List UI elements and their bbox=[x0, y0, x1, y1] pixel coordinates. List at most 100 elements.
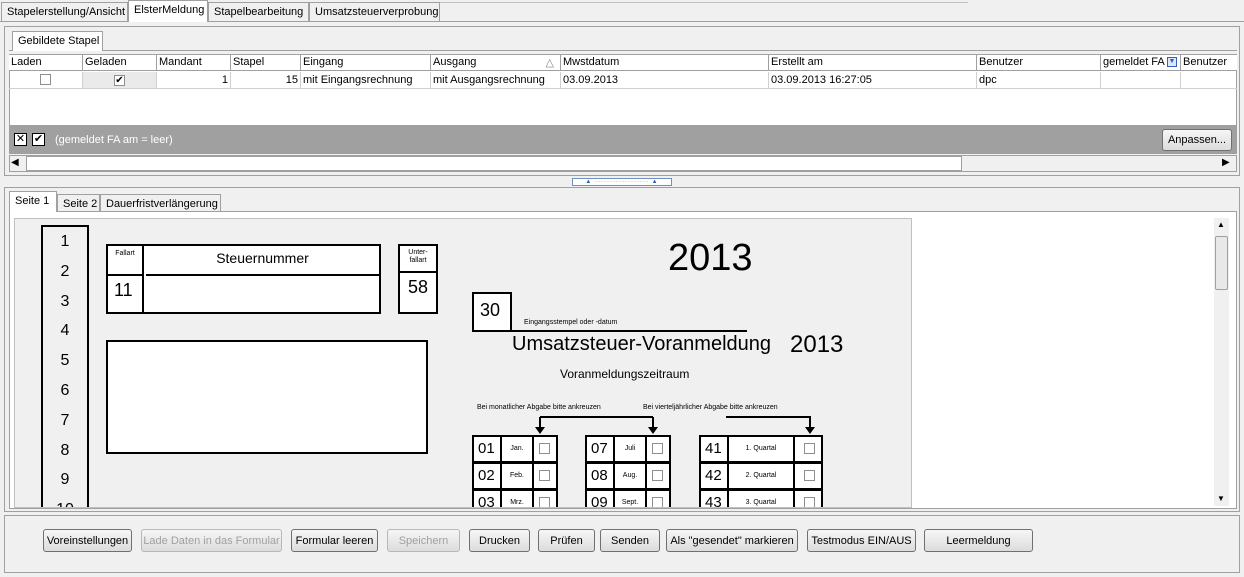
unterfallart-label: Unter-fallart bbox=[400, 246, 436, 273]
als-gesendet-markieren-button[interactable]: Als "gesendet" markieren bbox=[666, 529, 798, 552]
quarter-code: 42 bbox=[701, 464, 729, 488]
laden-checkbox[interactable] bbox=[40, 74, 51, 85]
address-field[interactable] bbox=[106, 340, 428, 454]
pruefen-button[interactable]: Prüfen bbox=[538, 529, 595, 552]
month-checkbox[interactable] bbox=[652, 443, 663, 454]
scroll-up-icon[interactable]: ▲ bbox=[1217, 220, 1225, 229]
voreinstellungen-button[interactable]: Voreinstellungen bbox=[43, 529, 132, 552]
col-gemeldet[interactable]: gemeldet FA . ▼ bbox=[1101, 55, 1181, 71]
drucken-button[interactable]: Drucken bbox=[469, 529, 530, 552]
tab-umsatzsteuerverprobung[interactable]: Umsatzsteuerverprobung bbox=[309, 2, 440, 21]
quarter-label: 1. Quartal bbox=[729, 437, 795, 461]
quarter-checkbox[interactable] bbox=[804, 470, 815, 481]
col-ausgang[interactable]: Ausgang △ bbox=[431, 55, 561, 71]
filter-icon[interactable]: ▼ bbox=[1167, 57, 1177, 67]
month-checkbox[interactable] bbox=[539, 497, 550, 507]
zeitraum-label: Voranmeldungszeitraum bbox=[560, 367, 690, 381]
line-number: 1 bbox=[60, 233, 70, 250]
month-checkbox[interactable] bbox=[652, 497, 663, 507]
quarter-checkbox[interactable] bbox=[804, 497, 815, 507]
scroll-left-icon[interactable]: ◀ bbox=[11, 157, 19, 168]
month-checkbox[interactable] bbox=[652, 470, 663, 481]
line-number: 6 bbox=[60, 381, 70, 399]
month-mrz[interactable]: 03 Mrz. bbox=[472, 489, 558, 507]
cell-gemeldet bbox=[1101, 72, 1181, 89]
tab-stapelerstellung[interactable]: Stapelerstellung/Ansicht bbox=[1, 2, 128, 21]
month-label: Sept. bbox=[615, 491, 647, 507]
line-number: 7 bbox=[60, 411, 70, 429]
tab-elstermeldung[interactable]: ElsterMeldung bbox=[128, 0, 208, 22]
col-benutzer2[interactable]: Benutzer bbox=[1181, 55, 1237, 71]
cell-ausgang: mit Ausgangsrechnung bbox=[431, 72, 561, 89]
quarter-label: 3. Quartal bbox=[729, 491, 795, 507]
col-geladen[interactable]: Geladen bbox=[83, 55, 157, 71]
cell-laden[interactable] bbox=[9, 72, 83, 89]
splitter-handle[interactable]: ▲ ·················· ▲ bbox=[572, 178, 672, 186]
cell-erstellt: 03.09.2013 16:27:05 bbox=[769, 72, 977, 89]
month-code: 02 bbox=[474, 464, 502, 488]
month-jul[interactable]: 07 Juli bbox=[585, 435, 671, 463]
month-aug[interactable]: 08 Aug. bbox=[585, 462, 671, 490]
formular-leeren-button[interactable]: Formular leeren bbox=[291, 529, 378, 552]
month-feb[interactable]: 02 Feb. bbox=[472, 462, 558, 490]
line-numbers: 1 2 3 4 5 6 7 8 9 10 bbox=[41, 225, 89, 507]
tab-stapelbearbeitung[interactable]: Stapelbearbeitung bbox=[208, 2, 309, 21]
month-jan[interactable]: 01 Jan. bbox=[472, 435, 558, 463]
senden-button[interactable]: Senden bbox=[600, 529, 660, 552]
steuernummer-field[interactable] bbox=[146, 276, 379, 312]
geladen-checkbox[interactable]: ✔ bbox=[114, 75, 125, 86]
col-mandant[interactable]: Mandant bbox=[157, 55, 231, 71]
fallart-value[interactable]: 11 bbox=[108, 276, 144, 312]
cell-geladen[interactable]: ✔ bbox=[83, 72, 157, 89]
testmodus-button[interactable]: Testmodus EIN/AUS bbox=[807, 529, 916, 552]
filter-text: (gemeldet FA am = leer) bbox=[55, 134, 173, 146]
line-number: 3 bbox=[60, 292, 70, 310]
tab-seite2[interactable]: Seite 2 bbox=[57, 194, 100, 212]
month-code: 01 bbox=[474, 437, 502, 461]
month-checkbox[interactable] bbox=[539, 470, 550, 481]
month-label: Mrz. bbox=[502, 491, 534, 507]
lade-daten-button[interactable]: Lade Daten in das Formular bbox=[141, 529, 282, 552]
form-title: Umsatzsteuer-Voranmeldung bbox=[512, 333, 772, 355]
col-erstellt[interactable]: Erstellt am bbox=[769, 55, 977, 71]
month-sep[interactable]: 09 Sept. bbox=[585, 489, 671, 507]
line-number: 5 bbox=[60, 352, 70, 370]
col-benutzer[interactable]: Benutzer bbox=[977, 55, 1101, 71]
month-code: 09 bbox=[587, 491, 615, 507]
col-stapel[interactable]: Stapel bbox=[231, 55, 301, 71]
month-label: Feb. bbox=[502, 464, 534, 488]
leermeldung-button[interactable]: Leermeldung bbox=[924, 529, 1033, 552]
filter-active-checkbox[interactable]: ✔ bbox=[32, 133, 45, 146]
tab-seite1[interactable]: Seite 1 bbox=[9, 191, 57, 212]
quarter-3[interactable]: 43 3. Quartal bbox=[699, 489, 823, 507]
unterfallart-value[interactable]: 58 bbox=[400, 277, 436, 298]
quarterly-hint: Bei vierteljährlicher Abgabe bitte ankre… bbox=[643, 404, 778, 411]
col-mwstdatum[interactable]: Mwstdatum bbox=[561, 55, 769, 71]
quarter-code: 43 bbox=[701, 491, 729, 507]
tab-dauerfrist[interactable]: Dauerfristverlängerung bbox=[100, 194, 221, 212]
anpassen-button[interactable]: Anpassen... bbox=[1162, 129, 1232, 151]
scroll-thumb[interactable] bbox=[26, 156, 962, 171]
col-eingang[interactable]: Eingang bbox=[301, 55, 431, 71]
line-number: 8 bbox=[60, 441, 70, 459]
hint-arrows bbox=[535, 416, 815, 434]
cell-benutzer2 bbox=[1181, 72, 1237, 89]
line-number: 4 bbox=[60, 322, 70, 340]
scroll-down-icon[interactable]: ▼ bbox=[1217, 494, 1225, 503]
speichern-button[interactable]: Speichern bbox=[387, 529, 460, 552]
month-checkbox[interactable] bbox=[539, 443, 550, 454]
quarter-2[interactable]: 42 2. Quartal bbox=[699, 462, 823, 490]
col-laden[interactable]: Laden bbox=[9, 55, 83, 71]
month-code: 07 bbox=[587, 437, 615, 461]
month-label: Juli bbox=[615, 437, 647, 461]
scroll-right-icon[interactable]: ▶ bbox=[1222, 157, 1230, 168]
month-code: 08 bbox=[587, 464, 615, 488]
vertical-scroll-thumb[interactable] bbox=[1215, 236, 1228, 290]
quarter-1[interactable]: 41 1. Quartal bbox=[699, 435, 823, 463]
ust-form-page: 1 2 3 4 5 6 7 8 9 10 Fallart 11 Steuernu… bbox=[14, 218, 912, 508]
tab-gebildete-stapel[interactable]: Gebildete Stapel bbox=[12, 31, 103, 51]
quarter-checkbox[interactable] bbox=[804, 443, 815, 454]
monthly-hint: Bei monatlicher Abgabe bitte ankreuzen bbox=[477, 404, 601, 411]
clear-filter-icon[interactable]: ✕ bbox=[14, 133, 27, 146]
fallart-label: Fallart bbox=[108, 246, 144, 276]
